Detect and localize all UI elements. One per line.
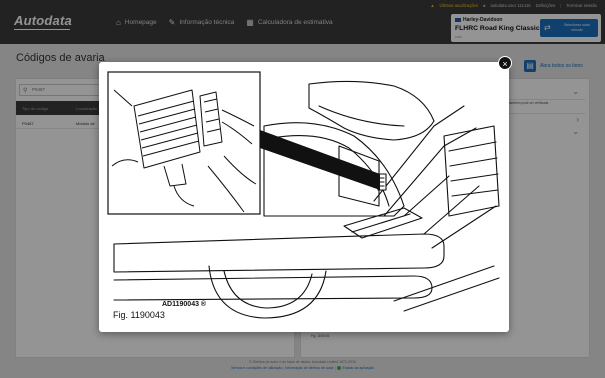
figure-caption: Fig. 1190043 <box>113 310 165 320</box>
figure-code: AD1190043 ® <box>162 301 207 308</box>
close-modal-button[interactable]: × <box>498 56 512 70</box>
rear-wheel-outline <box>208 265 327 319</box>
motorcycle-diagram <box>107 71 500 319</box>
seat-outline <box>308 80 435 141</box>
exhaust-pipe <box>113 233 445 273</box>
